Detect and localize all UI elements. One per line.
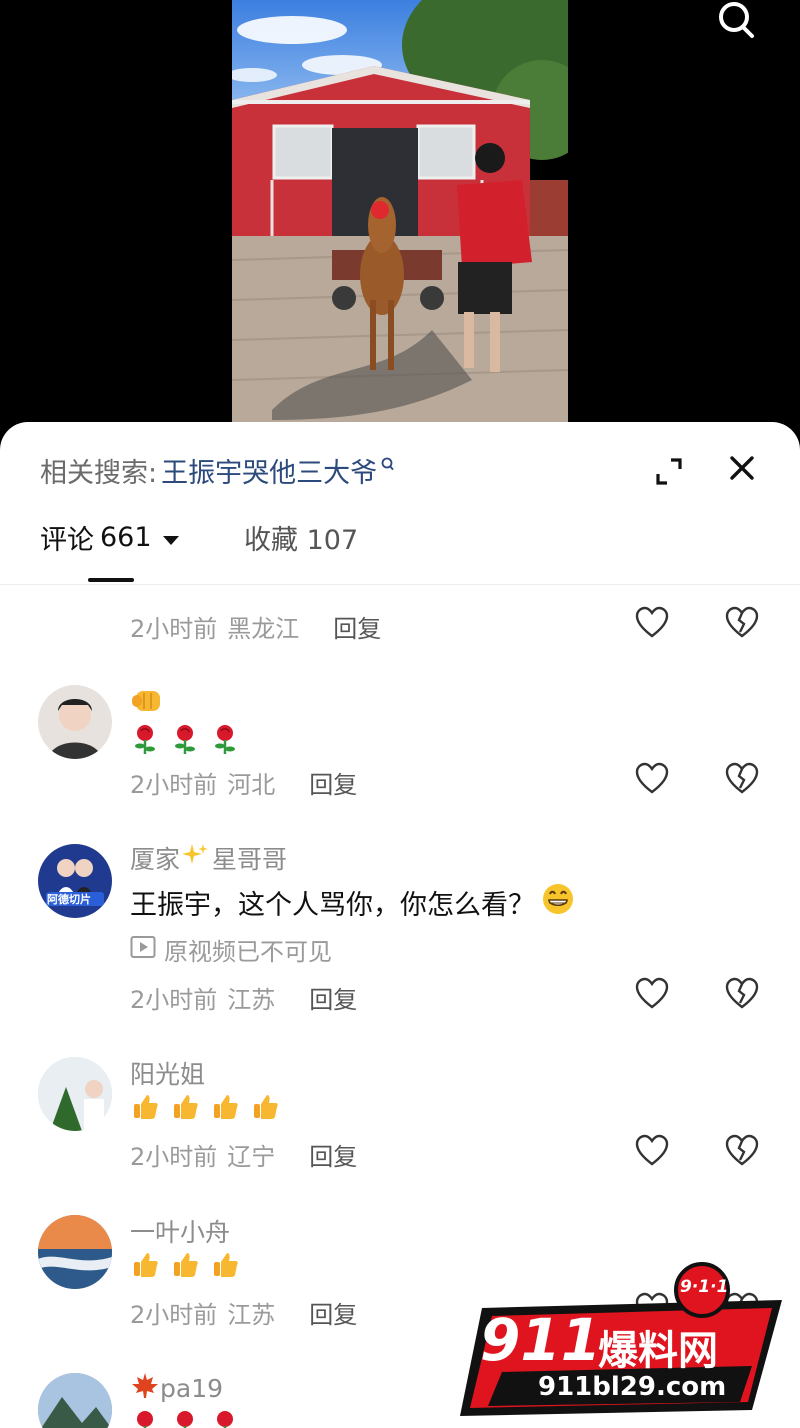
dislike-broken-heart-icon[interactable] [724,761,760,797]
reply-button[interactable]: 回复 [333,609,381,644]
avatar[interactable] [38,1057,112,1131]
tab-favorites-label: 收藏 [244,525,298,556]
dislike-broken-heart-icon[interactable] [724,1133,760,1169]
comment-item: 阳光姐 2小时前 辽宁 回复 [0,1055,800,1195]
comment-username[interactable]: 厦家 星哥哥 [130,840,287,876]
thumbs-up-icon [170,1091,200,1127]
tab-favorites[interactable]: 收藏 107 [244,518,358,557]
comment-text: 王振宇，这个人骂你，你怎么看？ [130,882,575,923]
rose-icon [130,1409,160,1428]
search-icon[interactable] [712,0,760,44]
tab-comments-label: 评论 [40,525,94,556]
close-icon[interactable] [722,448,762,488]
expand-icon[interactable] [650,452,690,492]
comment-meta: 2小时前 河北 回复 [130,765,357,800]
comment-item: 阿德切片 厦家 星哥哥 王振宇，这个人骂你，你怎么看？ 原视频已不可见 2小时前… [0,840,800,1014]
dislike-broken-heart-icon[interactable] [724,605,760,641]
comment-time: 2小时前 [130,1143,218,1171]
maple-leaf-icon [130,1371,160,1405]
video-play-icon [130,935,156,965]
video-frame [232,0,568,430]
sheet-tabs: 评论 661 收藏 107 [0,514,800,584]
dislike-broken-heart-icon[interactable] [724,976,760,1012]
comment-time: 2小时前 [130,1301,218,1329]
avatar[interactable] [38,1373,112,1428]
active-tab-indicator [88,578,134,582]
thumbs-up-icon [130,1091,160,1127]
comment-note-text: 原视频已不可见 [164,938,332,966]
like-heart-icon[interactable] [634,761,670,797]
comment-meta: 2小时前 江苏 回复 [130,1295,357,1330]
comment-emoji-row [130,723,240,759]
watermark-logo: 9·1·1 911 爆料网 911bl29.com [452,1260,792,1428]
comment-username[interactable]: 一叶小舟 [130,1213,230,1249]
video-player[interactable] [0,0,800,440]
avatar[interactable]: 阿德切片 [38,844,112,918]
tab-comments-count: 661 [100,522,152,553]
grin-emoji-icon [541,882,575,923]
rose-icon [130,723,160,759]
comment-meta: 2小时前 黑龙江 回复 [130,609,381,644]
like-heart-icon[interactable] [634,1133,670,1169]
thumbs-up-icon [210,1091,240,1127]
comment-username[interactable]: pa19 [130,1371,223,1405]
comment-location: 黑龙江 [227,615,300,643]
avatar[interactable] [38,685,112,759]
rose-icon [210,1409,240,1428]
rose-icon [170,723,200,759]
tab-favorites-count: 107 [306,525,359,556]
watermark-brand: 爆料网 [598,1328,718,1374]
watermark-url: 911bl29.com [538,1372,727,1402]
username-text: pa19 [160,1373,224,1403]
like-heart-icon[interactable] [634,605,670,641]
rose-icon [210,723,240,759]
comment-meta: 2小时前 江苏 回复 [130,980,357,1015]
related-search[interactable]: 相关搜索: 王振宇哭他三大爷 [40,450,395,490]
thumbs-up-icon [170,1249,200,1285]
related-search-label: 相关搜索: [40,457,158,489]
comment-text-content: 王振宇，这个人骂你，你怎么看？ [130,890,535,921]
comment-location: 江苏 [227,986,276,1014]
thumbs-up-icon [250,1091,280,1127]
reply-button[interactable]: 回复 [309,1137,357,1172]
comment-location: 江苏 [227,1301,276,1329]
comment-time: 2小时前 [130,615,218,643]
avatar-caption: 阿德切片 [47,893,91,906]
username-part: 星哥哥 [212,845,288,874]
tab-comments[interactable]: 评论 661 [40,518,180,557]
comment-note: 原视频已不可见 [130,932,332,967]
watermark-badge: 9·1·1 [680,1277,729,1297]
comment-meta: 2小时前 辽宁 回复 [130,1137,357,1172]
reply-button[interactable]: 回复 [309,1295,357,1330]
comment-item: 2小时前 河北 回复 [0,685,800,835]
watermark-number: 911 [480,1306,602,1374]
related-search-term[interactable]: 王振宇哭他三大爷 [161,451,377,490]
thumbs-up-icon [210,1249,240,1285]
username-part: 厦家 [130,845,181,874]
comment-emoji-row [130,1091,280,1127]
avatar[interactable] [38,1215,112,1289]
comment-time: 2小时前 [130,771,218,799]
fist-icon [130,685,164,719]
small-search-icon [381,449,395,480]
comment-emoji-row [130,1409,240,1428]
caret-down-icon [162,522,180,553]
comment-item: 2小时前 黑龙江 回复 [0,585,800,665]
comment-username[interactable]: 阳光姐 [130,1055,205,1091]
comment-emoji-row [130,685,164,719]
comment-location: 河北 [227,771,276,799]
rose-icon [170,1409,200,1428]
thumbs-up-icon [130,1249,160,1285]
like-heart-icon[interactable] [634,976,670,1012]
comment-time: 2小时前 [130,986,218,1014]
reply-button[interactable]: 回复 [309,980,357,1015]
comment-emoji-row [130,1249,240,1285]
comment-location: 辽宁 [227,1143,276,1171]
sparkles-icon [182,842,210,874]
reply-button[interactable]: 回复 [309,765,357,800]
